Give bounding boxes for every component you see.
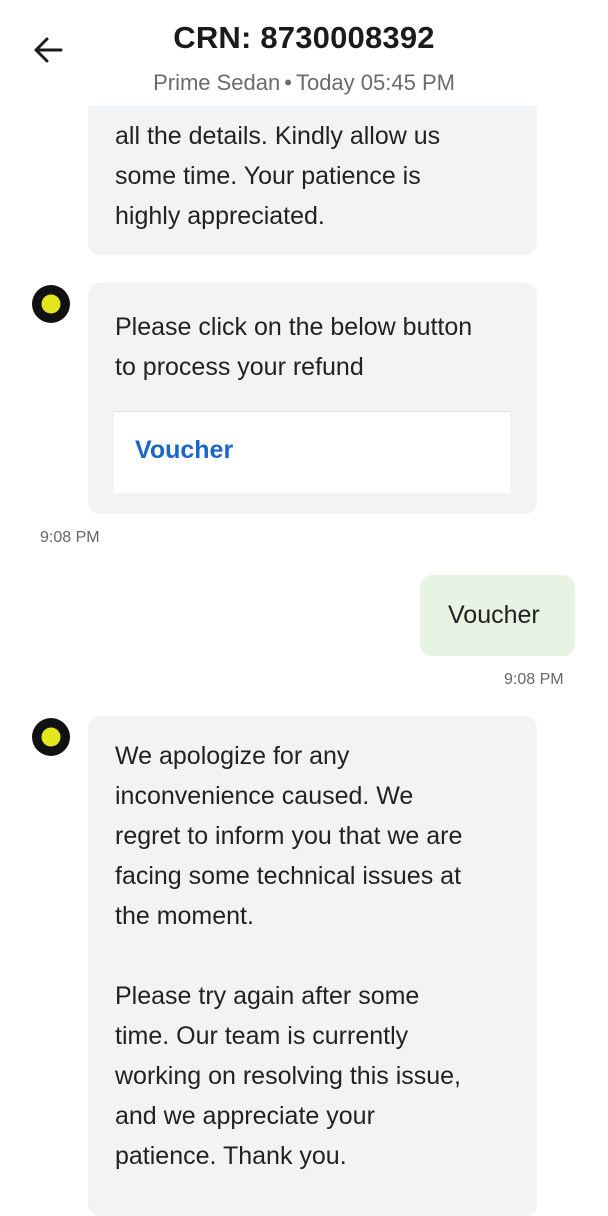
ride-summary: Prime Sedan • Today 05:45 PM [0,70,608,96]
chat-header: CRN: 8730008392 Prime Sedan • Today 05:45 … [0,0,608,106]
bot-avatar-icon [32,285,70,323]
chat-thread[interactable]: all the details. Kindly allow us some ti… [0,0,608,1216]
bot-message-bubble: We apologize for any inconvenience cause… [88,716,537,1216]
bot-message-text: We apologize for any inconvenience cause… [115,742,463,1170]
user-message-text: Voucher [448,601,540,629]
user-message-bubble: Voucher [420,575,575,656]
car-type: Prime Sedan [153,70,281,95]
page-title: CRN: 8730008392 [173,20,435,55]
separator-dot: • [284,70,292,95]
bot-message-text: Please click on the below button to proc… [115,313,473,381]
message-timestamp: 9:08 PM [504,671,564,688]
message-timestamp: 9:08 PM [40,529,100,546]
voucher-button-label: Voucher [135,436,234,464]
voucher-button[interactable]: Voucher [114,411,510,493]
bot-message-text: all the details. Kindly allow us some ti… [115,122,441,230]
bot-avatar-icon [32,718,70,756]
booking-time: Today 05:45 PM [295,70,455,95]
